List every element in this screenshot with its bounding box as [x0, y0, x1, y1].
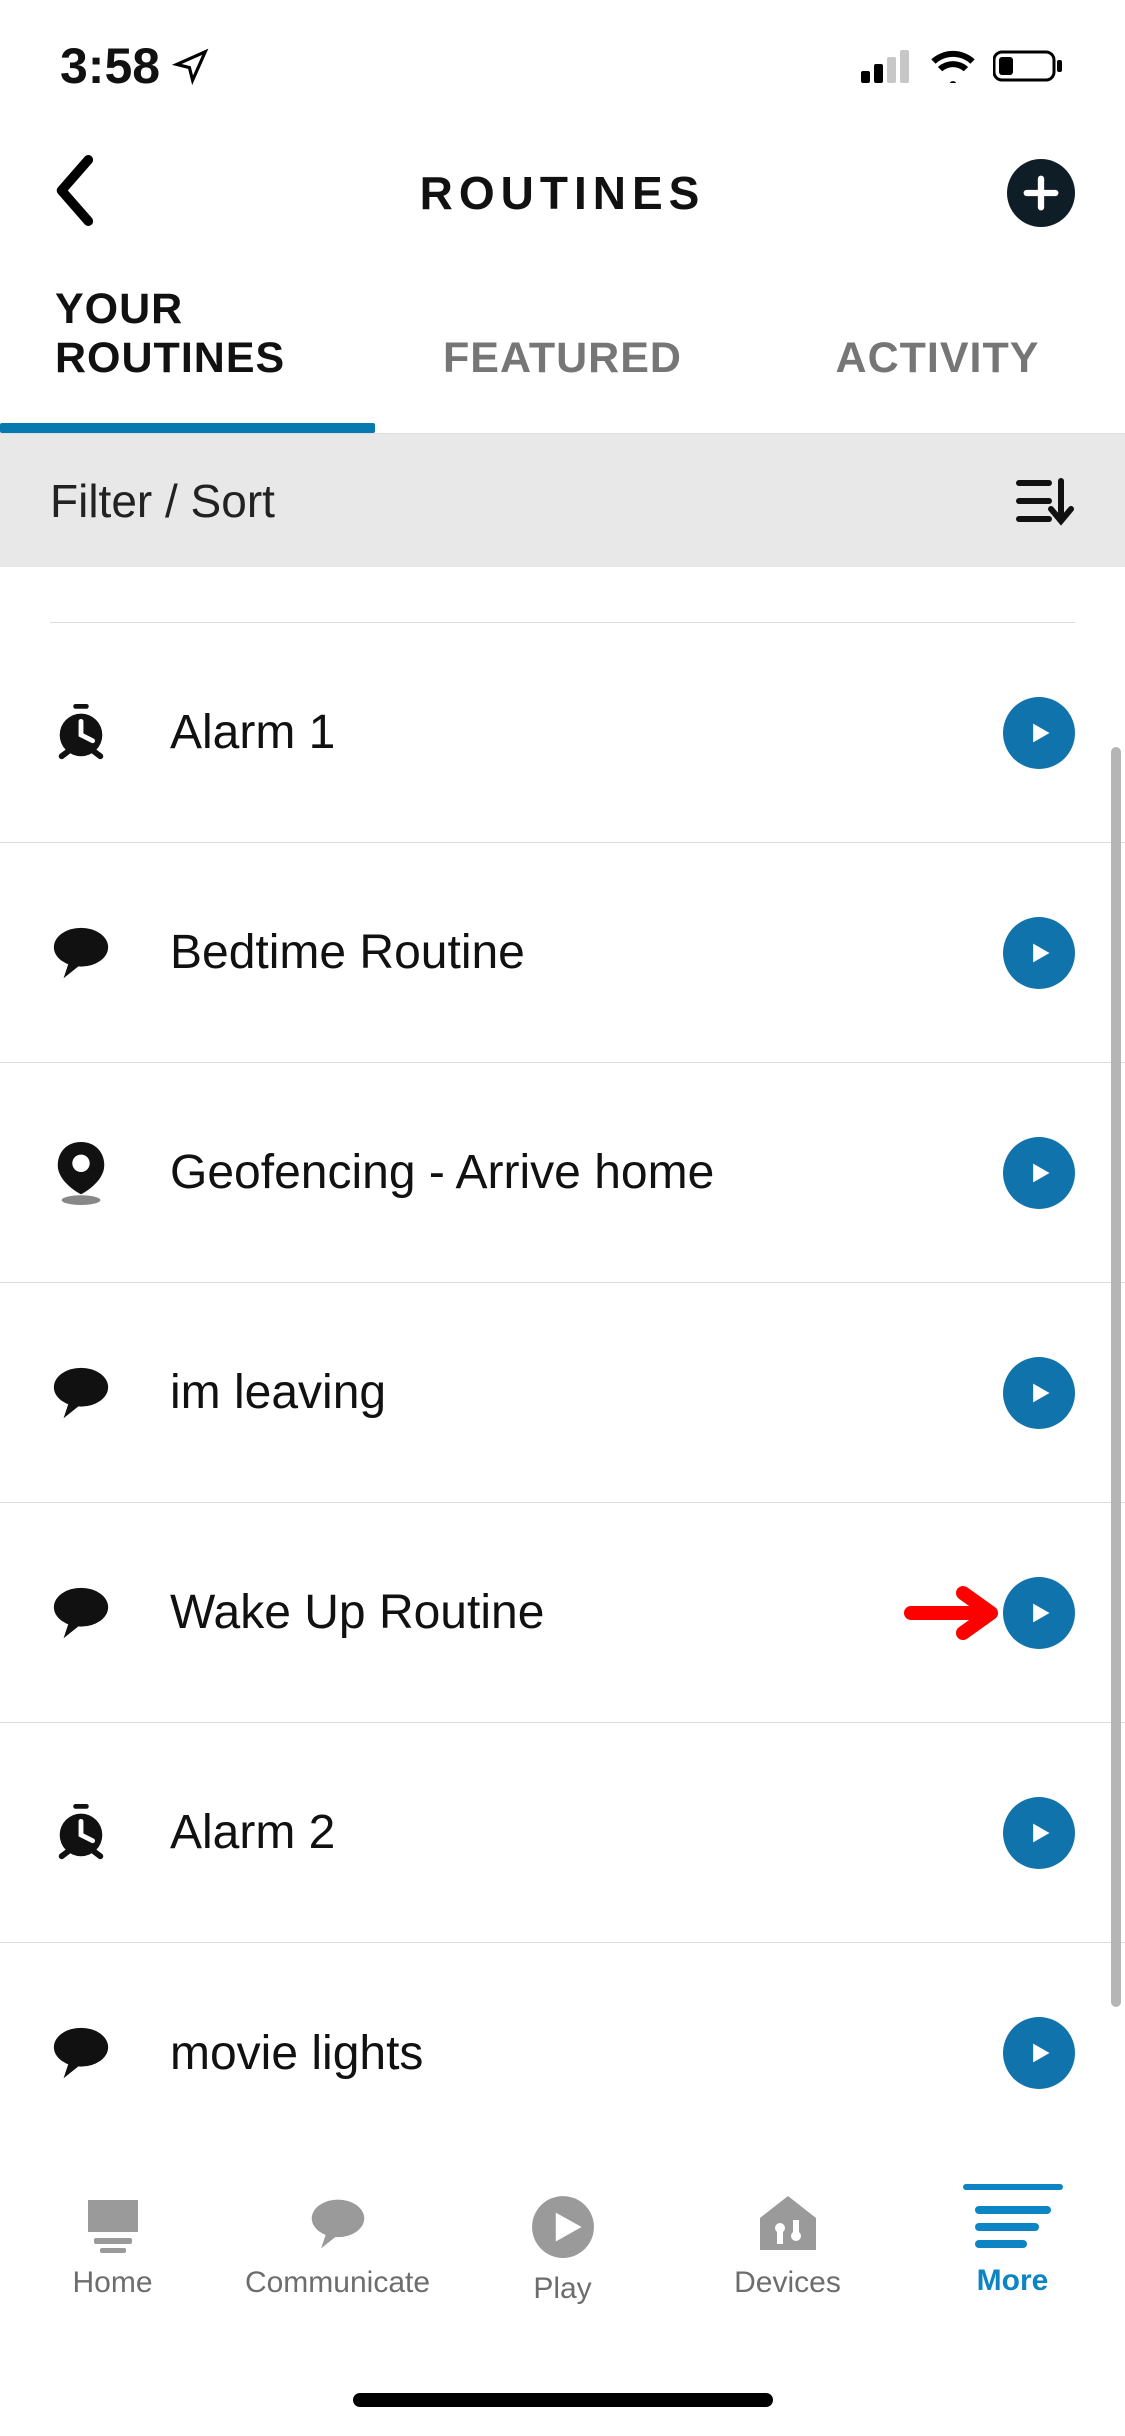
scroll-indicator — [1111, 747, 1121, 2007]
status-bar: 3:58 — [0, 0, 1125, 102]
routine-row[interactable]: movie lights — [0, 1943, 1125, 2163]
routine-row[interactable]: Geofencing - Arrive home — [0, 1063, 1125, 1283]
play-icon — [1025, 1599, 1053, 1627]
nav-active-indicator — [963, 2184, 1063, 2190]
routine-label: Geofencing - Arrive home — [170, 1145, 903, 1200]
home-indicator — [0, 2364, 1125, 2436]
play-icon — [1025, 1379, 1053, 1407]
nav-label: Home — [72, 2266, 152, 2300]
play-routine-button[interactable] — [1003, 917, 1075, 989]
play-icon — [1025, 1819, 1053, 1847]
play-routine-button[interactable] — [1003, 1357, 1075, 1429]
routine-row[interactable]: Bedtime Routine — [0, 843, 1125, 1063]
arrow-right-icon — [903, 1583, 1003, 1643]
play-icon — [1025, 719, 1053, 747]
play-routine-button[interactable] — [1003, 1797, 1075, 1869]
routine-label: Alarm 1 — [170, 705, 903, 760]
play-routine-button[interactable] — [1003, 1577, 1075, 1649]
speech-icon — [50, 1582, 170, 1644]
menu-icon — [973, 2202, 1053, 2252]
tabs: YOUR ROUTINES FEATURED ACTIVITY — [0, 283, 1125, 433]
routine-label: im leaving — [170, 1365, 903, 1420]
location-arrow-icon — [172, 47, 210, 85]
routines-list: Alarm 1 Bedtime Routine — [0, 622, 1125, 2163]
routine-label: Alarm 2 — [170, 1805, 903, 1860]
bottom-nav: Home Communicate Play Devices More — [0, 2163, 1125, 2363]
routine-label: Wake Up Routine — [170, 1585, 903, 1640]
nav-communicate[interactable]: Communicate — [225, 2174, 450, 2363]
play-icon — [1025, 2039, 1053, 2067]
routine-label: movie lights — [170, 2026, 903, 2081]
routine-row[interactable]: Alarm 1 — [0, 623, 1125, 843]
plus-icon — [1022, 174, 1060, 212]
tab-active-indicator — [0, 423, 375, 433]
wifi-icon — [929, 49, 977, 83]
home-icon — [80, 2194, 146, 2254]
status-time-text: 3:58 — [60, 37, 160, 95]
routine-label: Bedtime Routine — [170, 925, 903, 980]
alarm-icon — [50, 1802, 170, 1864]
nav-play[interactable]: Play — [450, 2174, 675, 2363]
location-icon — [50, 1137, 170, 1209]
page-title: ROUTINES — [420, 166, 706, 220]
play-icon — [1025, 1159, 1053, 1187]
tab-featured[interactable]: FEATURED — [375, 294, 750, 423]
nav-home[interactable]: Home — [0, 2174, 225, 2363]
devices-icon — [755, 2194, 821, 2254]
play-routine-button[interactable] — [1003, 697, 1075, 769]
status-right — [861, 49, 1065, 83]
speech-icon — [50, 922, 170, 984]
nav-label: More — [977, 2264, 1049, 2298]
annotation-arrow — [903, 1583, 1003, 1643]
app-header: ROUTINES — [0, 102, 1125, 283]
nav-label: Communicate — [245, 2266, 430, 2300]
nav-devices[interactable]: Devices — [675, 2174, 900, 2363]
nav-label: Devices — [734, 2266, 841, 2300]
routine-row[interactable]: im leaving — [0, 1283, 1125, 1503]
status-time: 3:58 — [60, 37, 210, 95]
speech-bubble-icon — [305, 2194, 371, 2254]
play-routine-button[interactable] — [1003, 1137, 1075, 1209]
speech-icon — [50, 2022, 170, 2084]
add-routine-button[interactable] — [1007, 159, 1075, 227]
back-button[interactable] — [50, 150, 96, 235]
sort-icon — [1015, 475, 1075, 527]
chevron-left-icon — [50, 150, 96, 230]
routine-row[interactable]: Wake Up Routine — [0, 1503, 1125, 1723]
battery-icon — [993, 49, 1065, 83]
cellular-signal-icon — [861, 49, 913, 83]
tab-activity[interactable]: ACTIVITY — [750, 294, 1125, 423]
speech-icon — [50, 1362, 170, 1424]
play-icon — [1025, 939, 1053, 967]
play-routine-button[interactable] — [1003, 2017, 1075, 2089]
routines-scroll-area[interactable]: Alarm 1 Bedtime Routine — [0, 567, 1125, 2163]
filter-sort-bar[interactable]: Filter / Sort — [0, 433, 1125, 567]
nav-more[interactable]: More — [900, 2174, 1125, 2363]
nav-label: Play — [533, 2272, 591, 2306]
alarm-icon — [50, 702, 170, 764]
filter-sort-label: Filter / Sort — [50, 474, 275, 528]
play-circle-icon — [530, 2194, 596, 2260]
routine-row[interactable]: Alarm 2 — [0, 1723, 1125, 1943]
